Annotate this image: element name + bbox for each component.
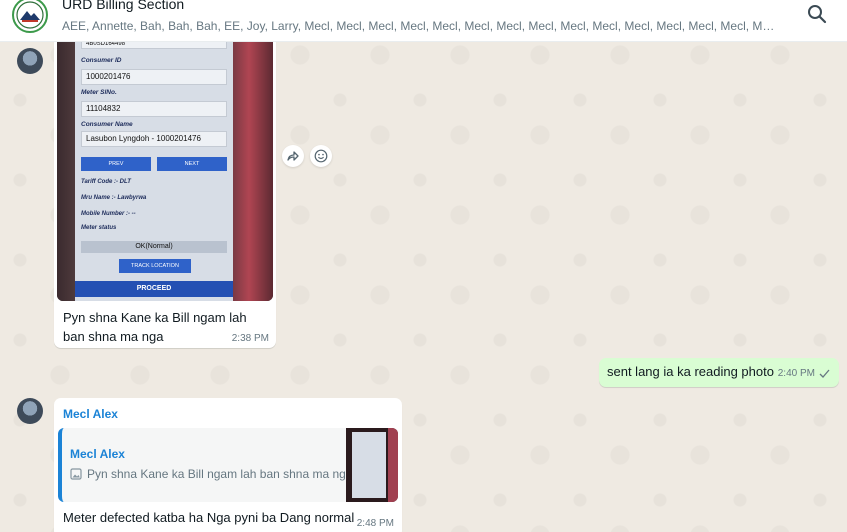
- forward-button[interactable]: [282, 145, 304, 167]
- message-time: 2:40 PM: [777, 368, 815, 379]
- quoted-body: Pyn shna Kane ka Bill ngam lah ban shna …: [70, 467, 353, 481]
- photo-consumer-id-label: Consumer ID: [81, 57, 122, 64]
- reply-message-bubble[interactable]: Mecl Alex Mecl Alex Pyn shna Kane ka Bil…: [54, 398, 402, 532]
- outgoing-message-meta: 2:40 PM: [778, 368, 833, 379]
- header-info[interactable]: URD Billing Section AEE, Annette, Bah, B…: [62, 0, 782, 34]
- quoted-message[interactable]: Mecl Alex Pyn shna Kane ka Bill ngam lah…: [58, 428, 398, 502]
- group-title: URD Billing Section: [62, 0, 185, 12]
- search-button[interactable]: [805, 2, 829, 26]
- photo-proceed-button: PROCEED: [75, 281, 233, 297]
- quoted-text: Pyn shna Kane ka Bill ngam lah ban shna …: [87, 467, 353, 481]
- forward-icon: [287, 151, 299, 161]
- photo-mru-name: Mru Name :- Lawbyrwa: [81, 195, 147, 201]
- photo-consumer-name: Lasubon Lyngdoh - 1000201476: [81, 131, 227, 147]
- group-logo-icon: [16, 1, 44, 29]
- photo-meter-status-label: Meter status: [81, 225, 117, 231]
- message-time: 2:48 PM: [356, 518, 394, 529]
- quoted-photo-thumbnail: [346, 428, 398, 502]
- group-avatar[interactable]: [12, 0, 48, 33]
- photo-background-red: [233, 33, 273, 301]
- chat-header[interactable]: URD Billing Section AEE, Annette, Bah, B…: [0, 0, 847, 42]
- outgoing-message-bubble[interactable]: sent lang ia ka reading photo 2:40 PM: [599, 358, 839, 387]
- quoted-sender: Mecl Alex: [70, 447, 125, 461]
- photo-meter-slno-label: Meter SlNo.: [81, 89, 117, 96]
- message-time: 2:38 PM: [231, 333, 269, 344]
- search-icon: [808, 5, 827, 24]
- react-button[interactable]: [310, 145, 332, 167]
- photo-phone-edge: [57, 33, 75, 301]
- photo-tariff-code: Tariff Code :- DLT: [81, 179, 131, 185]
- photo-next-button: NEXT: [157, 157, 227, 171]
- photo-meter-status-select: OK(Normal): [81, 241, 227, 253]
- sender-avatar[interactable]: [17, 398, 43, 424]
- photo-consumer-name-label: Consumer Name: [81, 121, 133, 128]
- photo-prev-button: PREV: [81, 157, 151, 171]
- photo-phone-screen: 4B0SD164498 Consumer ID 1000201476 Meter…: [75, 33, 233, 301]
- message-photo[interactable]: 4B0SD164498 Consumer ID 1000201476 Meter…: [57, 33, 273, 301]
- photo-consumer-id: 1000201476: [81, 69, 227, 85]
- outgoing-message-text: sent lang ia ka reading photo: [607, 364, 774, 379]
- group-members: AEE, Annette, Bah, Bah, Bah, EE, Joy, La…: [62, 19, 780, 33]
- reply-message-text: Meter defected katba ha Nga pyni ba Dang…: [63, 510, 355, 525]
- photo-track-location: TRACK LOCATION: [119, 259, 191, 273]
- double-check-icon: [819, 369, 830, 378]
- image-icon: [70, 468, 82, 480]
- emoji-icon: [314, 149, 328, 163]
- image-message-bubble[interactable]: 4B0SD164498 Consumer ID 1000201476 Meter…: [54, 30, 276, 348]
- photo-meter-slno: 11104832: [81, 101, 227, 117]
- sender-name[interactable]: Mecl Alex: [63, 407, 118, 421]
- sender-avatar[interactable]: [17, 48, 43, 74]
- photo-mobile-number: Mobile Number :- --: [81, 211, 136, 217]
